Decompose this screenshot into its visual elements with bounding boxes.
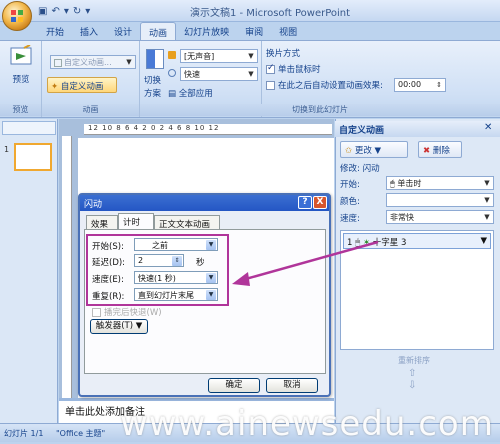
sound-icon [168, 51, 176, 59]
chevron-down-icon: ▼ [135, 321, 143, 331]
auto-after-checkbox[interactable]: 在此之后自动设置动画效果: [266, 79, 383, 91]
animate-combo[interactable]: 自定义动画... ▼ [50, 55, 136, 69]
dialog-help-button[interactable]: ? [298, 196, 312, 209]
tab-review[interactable]: 审阅 [237, 22, 271, 40]
custom-animation-pane-title: 自定义动画 [335, 121, 500, 137]
change-effect-button[interactable]: ✩ 更改 ▼ [340, 141, 408, 158]
custom-animation-button[interactable]: ✦ 自定义动画 [47, 77, 117, 93]
redo-icon[interactable]: ↻ [73, 6, 81, 17]
remove-effect-button[interactable]: ✖ 删除 [418, 141, 462, 158]
speed-label: 速度: [340, 214, 360, 224]
slides-pane: 1 [0, 119, 58, 423]
slide-thumbnail[interactable] [14, 143, 52, 171]
start-label: 开始: [340, 180, 360, 190]
chevron-down-icon: ▼ [374, 146, 382, 156]
chevron-down-icon: ▼ [484, 213, 490, 221]
dialog-tab-effect[interactable]: 效果 [86, 215, 118, 230]
custom-animation-icon: ✦ [51, 82, 59, 92]
reorder-label: 重新排序 [398, 356, 430, 365]
preview-button[interactable]: 预览 [4, 73, 38, 85]
chevron-down-icon: ▼ [248, 52, 254, 60]
dropdown-icon[interactable]: ▾ [64, 6, 69, 17]
triggers-button[interactable]: 触发器(T) ▼ [90, 319, 148, 334]
preview-group-label: 预览 [0, 104, 41, 116]
modify-label: 修改: 闪动 [340, 164, 380, 174]
horizontal-ruler: 12 10 8 6 4 2 0 2 4 6 8 10 12 [84, 124, 332, 135]
checkbox-icon [92, 308, 101, 317]
tab-view[interactable]: 视图 [271, 22, 305, 40]
slide-info: 幻灯片 1/1 [4, 429, 44, 438]
office-button[interactable] [2, 1, 32, 31]
chevron-down-icon: ▼ [248, 70, 254, 78]
ok-button[interactable]: 确定 [208, 378, 260, 393]
pane-color-combo[interactable]: ▼ [386, 193, 494, 207]
tab-animations[interactable]: 动画 [140, 22, 177, 40]
transition-scheme-label-2[interactable]: 方案 [144, 87, 161, 99]
chevron-down-icon: ▼ [484, 179, 490, 187]
save-icon[interactable]: ▣ [38, 6, 47, 17]
pane-start-combo[interactable]: 🖱 单击时 ▼ [386, 176, 494, 190]
spinner-icon: ⇕ [436, 81, 442, 89]
transition-speed-combo[interactable]: 快速 ▼ [180, 67, 258, 81]
dialog-tab-timing[interactable]: 计时 [118, 213, 154, 229]
undo-icon[interactable]: ↶ [51, 6, 59, 17]
ribbon-tabs: 开始 插入 设计 动画 幻灯片放映 审阅 视图 [0, 22, 500, 40]
move-down-icon[interactable]: ⇩ [408, 380, 416, 391]
dialog-tab-text-animation[interactable]: 正文文本动画 [154, 215, 220, 230]
highlight-box [86, 234, 229, 306]
cancel-button[interactable]: 取消 [266, 378, 318, 393]
vertical-ruler [62, 136, 72, 398]
checkbox-checked-icon [266, 63, 275, 74]
auto-after-time-input[interactable]: 00:00 ⇕ [394, 78, 446, 92]
annotation-arrow-icon [232, 240, 379, 286]
chevron-down-icon[interactable]: ▼ [480, 236, 487, 246]
rewind-checkbox[interactable]: 播完后快退(W) [92, 306, 162, 318]
checkbox-icon [266, 81, 275, 90]
pane-close-icon[interactable]: ✕ [484, 122, 496, 134]
ribbon: 预览 预览 自定义动画... ▼ ✦ 自定义动画 动画 切换 方案 [无声音] … [0, 40, 500, 118]
window-title: 演示文稿1 - Microsoft PowerPoint [189, 8, 351, 19]
transition-group-label: 切换到此幻灯片 [140, 104, 500, 116]
chevron-down-icon: ▼ [126, 58, 132, 66]
move-up-icon[interactable]: ⇧ [408, 368, 416, 379]
on-click-checkbox[interactable]: 单击鼠标时 [266, 63, 321, 75]
apply-all-icon: ▤ [168, 89, 177, 99]
tab-home[interactable]: 开始 [38, 22, 72, 40]
remove-icon: ✖ [423, 146, 431, 156]
preview-icon[interactable] [8, 44, 34, 69]
apply-all-button[interactable]: ▤ 全部应用 [168, 87, 213, 99]
star-icon: ✩ [345, 146, 353, 156]
transition-scheme-icon[interactable] [146, 49, 164, 69]
dialog-title: 闪动 [84, 200, 103, 210]
slide-number: 1 [4, 145, 10, 154]
dialog-close-button[interactable]: X [313, 196, 327, 209]
tab-insert[interactable]: 插入 [72, 22, 106, 40]
customize-qat-icon[interactable]: ▾ [85, 6, 90, 17]
animations-group: 自定义动画... ▼ ✦ 自定义动画 动画 [42, 41, 140, 117]
office-logo-icon [11, 10, 23, 22]
color-label: 颜色: [340, 197, 360, 207]
watermark-text: www.ainewsedu.com [120, 404, 494, 444]
pane-speed-combo[interactable]: 非常快 ▼ [386, 210, 494, 224]
tab-slideshow[interactable]: 幻灯片放映 [176, 22, 237, 40]
chevron-down-icon: ▼ [484, 196, 490, 204]
slides-pane-tabs[interactable] [2, 121, 56, 135]
dialog-title-bar: 闪动 [80, 195, 329, 211]
theme-name: "Office 主题" [55, 429, 106, 438]
speed-icon [168, 69, 176, 77]
transition-sound-combo[interactable]: [无声音] ▼ [180, 49, 258, 63]
animations-group-label: 动画 [42, 104, 139, 116]
preview-group: 预览 预览 [0, 41, 42, 117]
tab-design[interactable]: 设计 [106, 22, 140, 40]
mouse-icon: 🖱 [390, 179, 395, 188]
advance-title: 换片方式 [266, 49, 301, 59]
quick-access-toolbar: ▣ ↶ ▾ ↻ ▾ [38, 3, 90, 19]
transition-scheme-label-1[interactable]: 切换 [144, 74, 161, 86]
